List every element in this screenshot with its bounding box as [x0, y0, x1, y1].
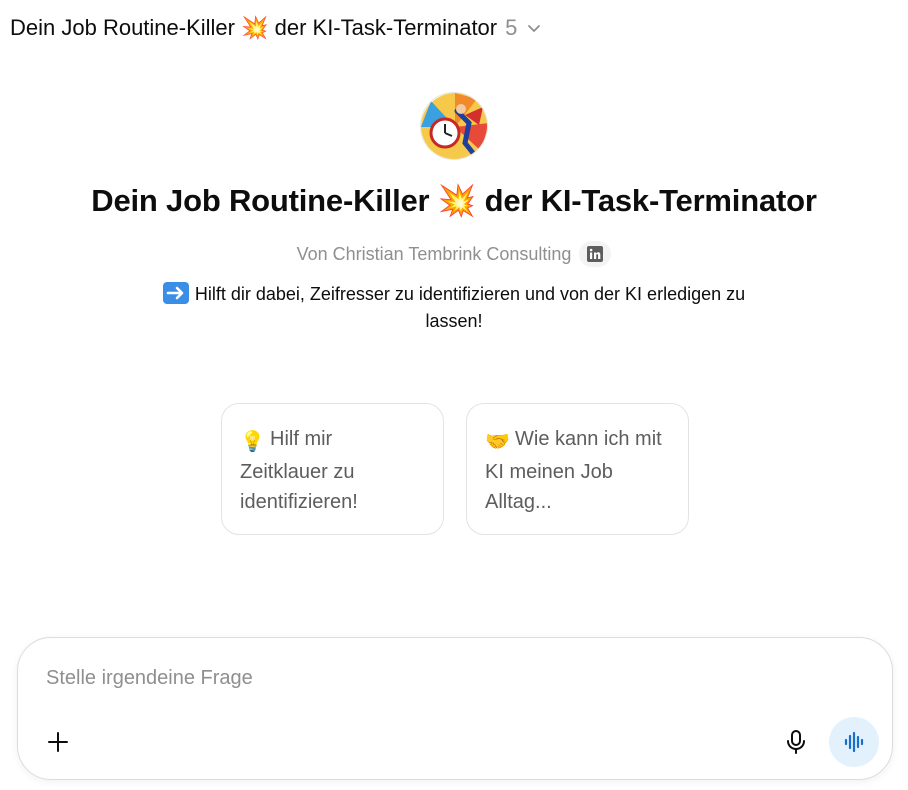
- linkedin-icon: [587, 246, 604, 262]
- arrow-right-icon: [162, 282, 189, 304]
- gpt-title: Dein Job Routine-Killer 💥 der KI-Task-Te…: [91, 183, 817, 218]
- author-row: Von Christian Tembrink Consulting: [297, 241, 612, 267]
- lightbulb-icon: 💡: [240, 431, 265, 453]
- header-title: Dein Job Routine-Killer 💥 der KI-Task-Te…: [10, 15, 498, 40]
- gpt-avatar: [420, 92, 488, 160]
- microphone-icon: [787, 730, 805, 754]
- starter-card-timethieves[interactable]: 💡 Hilf mir Zeitklauer zu identifizieren!: [221, 403, 444, 535]
- gpt-header[interactable]: Dein Job Routine-Killer 💥 der KI-Task-Te…: [10, 12, 543, 44]
- voice-mode-button[interactable]: [829, 717, 879, 767]
- message-composer: [17, 637, 893, 780]
- plus-icon: [48, 732, 68, 752]
- gpt-description-text: Hilft dir dabei, Zeifresser zu identifiz…: [194, 284, 746, 331]
- chevron-down-icon: [528, 25, 541, 32]
- model-version: 5: [505, 15, 518, 40]
- prompt-input[interactable]: [46, 662, 746, 694]
- attach-button[interactable]: [42, 726, 74, 758]
- author-name: Von Christian Tembrink Consulting: [296, 243, 572, 264]
- conversation-starters: 💡 Hilf mir Zeitklauer zu identifizieren! …: [221, 403, 689, 535]
- handshake-icon: 🤝: [485, 431, 510, 453]
- dictate-button[interactable]: [780, 726, 812, 758]
- gpt-description: Hilft dir dabei, Zeifresser zu identifiz…: [134, 281, 774, 335]
- gpt-intro: Dein Job Routine-Killer 💥 der KI-Task-Te…: [0, 92, 908, 335]
- starter-card-ki-job[interactable]: 🤝 Wie kann ich mit KI meinen Job Alltag..…: [466, 403, 689, 535]
- clock-hero-illustration: [421, 93, 487, 159]
- starter-text: Wie kann ich mit KI meinen Job Alltag...: [485, 428, 662, 513]
- linkedin-link[interactable]: [579, 241, 612, 267]
- voice-waveform-icon: [844, 731, 864, 753]
